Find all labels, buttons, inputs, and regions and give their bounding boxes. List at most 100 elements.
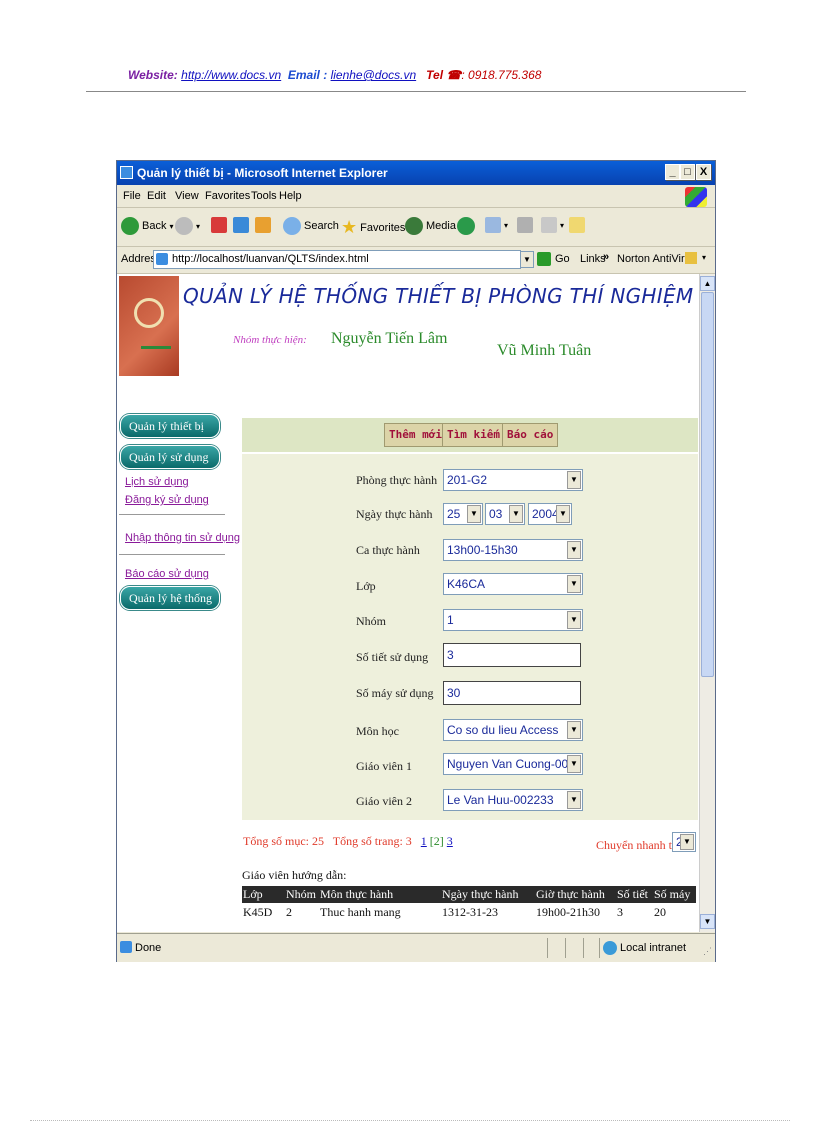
menu-help[interactable]: Help bbox=[279, 190, 302, 202]
total-pages: Tổng số trang: 3 bbox=[332, 834, 412, 848]
dropdown-arrow-icon: ▼ bbox=[509, 505, 523, 523]
menu-tools[interactable]: Tools bbox=[251, 190, 277, 202]
page-link-3[interactable]: 3 bbox=[447, 834, 453, 848]
sidebar-usage-button[interactable]: Quản lý sử dụng bbox=[120, 445, 220, 469]
room-select[interactable]: 201-G2 ▼ bbox=[443, 469, 583, 491]
website-label: Website: bbox=[128, 68, 178, 82]
month-select[interactable]: 03 ▼ bbox=[485, 503, 525, 525]
stop-button[interactable] bbox=[211, 217, 227, 233]
address-input[interactable]: http://localhost/luanvan/QLTS/index.html bbox=[153, 250, 521, 269]
stop-icon bbox=[211, 217, 227, 233]
menu-favorites[interactable]: Favorites bbox=[205, 190, 250, 202]
favorites-button[interactable]: ★ Favorites bbox=[341, 217, 405, 238]
status-zone: Local intranet bbox=[620, 942, 687, 954]
back-button[interactable]: Back ▾ bbox=[121, 217, 173, 235]
ie-page-icon bbox=[120, 941, 132, 953]
room-value: 201-G2 bbox=[447, 473, 488, 487]
back-label: Back bbox=[142, 220, 167, 232]
sidebar-divider bbox=[119, 514, 225, 515]
media-button[interactable]: Media bbox=[405, 217, 456, 235]
page-link-1[interactable]: 1 bbox=[421, 834, 427, 848]
periods-input[interactable]: 3 bbox=[443, 643, 581, 667]
machines-input[interactable]: 30 bbox=[443, 681, 581, 705]
menu-view[interactable]: View bbox=[175, 190, 199, 202]
print-button[interactable] bbox=[517, 217, 533, 233]
messenger-button[interactable] bbox=[569, 217, 585, 233]
media-icon bbox=[405, 217, 423, 235]
links-button[interactable]: Links bbox=[580, 253, 606, 265]
tel-label: Tel bbox=[426, 68, 444, 82]
scroll-thumb[interactable] bbox=[701, 292, 714, 677]
status-done: Done bbox=[135, 942, 162, 954]
sidebar-link-input[interactable]: Nhập thông tin sử dụng bbox=[125, 532, 240, 544]
vertical-scrollbar[interactable]: ▲ ▼ bbox=[699, 274, 715, 932]
group-label: Nhóm thực hiện: bbox=[233, 334, 307, 346]
tab-new[interactable]: Thêm mới bbox=[384, 423, 447, 447]
sidebar-link-history[interactable]: Lịch sử dụng bbox=[125, 476, 189, 488]
teacher1-value: Nguyen Van Cuong-002222 bbox=[447, 757, 583, 771]
tab-search[interactable]: Tìm kiếm bbox=[442, 423, 505, 447]
table-row[interactable]: K45D 2 Thuc hanh mang 1312-31-23 19h00-2… bbox=[242, 904, 696, 921]
group-value: 1 bbox=[447, 613, 454, 627]
forward-arrow-icon bbox=[175, 217, 193, 235]
chevron-icon[interactable]: » bbox=[603, 251, 609, 263]
status-separator bbox=[547, 938, 548, 958]
mail-button[interactable]: ▾ bbox=[485, 217, 508, 233]
guide-title: Giáo viên hướng dẫn: bbox=[242, 868, 347, 882]
resize-grip-icon[interactable]: ⋰ bbox=[703, 946, 712, 957]
go-arrow-icon[interactable] bbox=[537, 252, 551, 266]
day-select[interactable]: 25 ▼ bbox=[443, 503, 483, 525]
refresh-icon bbox=[233, 217, 249, 233]
group-select[interactable]: 1 ▼ bbox=[443, 609, 583, 631]
teacher2-select[interactable]: Le Van Huu-002233 ▼ bbox=[443, 789, 583, 811]
favorites-label: Favorites bbox=[360, 221, 406, 234]
room-label: Phòng thực hành bbox=[356, 473, 438, 487]
sidebar-devices-button[interactable]: Quản lý thiết bị bbox=[120, 414, 220, 438]
minimize-button[interactable]: _ bbox=[665, 164, 680, 180]
shift-select[interactable]: 13h00-15h30 ▼ bbox=[443, 539, 583, 561]
logo-bar bbox=[141, 346, 171, 349]
website-link[interactable]: http://www.docs.vn bbox=[181, 68, 281, 82]
subject-select[interactable]: Co so du lieu Access ▼ bbox=[443, 719, 583, 741]
sidebar-link-report[interactable]: Báo cáo sử dụng bbox=[125, 568, 209, 580]
history-button[interactable] bbox=[457, 217, 475, 235]
class-select[interactable]: K46CA ▼ bbox=[443, 573, 583, 595]
dropdown-arrow-icon: ▼ bbox=[567, 755, 581, 773]
address-dropdown-icon[interactable]: ▼ bbox=[520, 251, 534, 268]
logo-emblem-icon bbox=[134, 298, 164, 328]
tab-report[interactable]: Báo cáo bbox=[502, 423, 559, 447]
jump-select[interactable]: 2▼ bbox=[672, 832, 696, 852]
member-name-2: Vũ Minh Tuân bbox=[497, 342, 592, 359]
search-button[interactable]: Search bbox=[283, 217, 339, 235]
menu-edit[interactable]: Edit bbox=[147, 190, 166, 202]
class-label: Lớp bbox=[356, 579, 376, 593]
forward-button[interactable]: ▾ bbox=[175, 217, 200, 235]
sidebar-system-button[interactable]: Quản lý hệ thống bbox=[120, 586, 220, 610]
dropdown-arrow-icon: ▼ bbox=[567, 575, 581, 593]
email-label: Email : bbox=[287, 68, 328, 82]
home-button[interactable] bbox=[255, 217, 271, 233]
go-button[interactable]: Go bbox=[555, 253, 570, 265]
search-label: Search bbox=[304, 220, 339, 232]
year-value: 2004 bbox=[532, 507, 559, 521]
dropdown-arrow-icon: ▼ bbox=[467, 505, 481, 523]
pager: Tổng số mục: 25 Tổng số trang: 3 1 [2] 3 bbox=[243, 834, 453, 849]
dropdown-arrow-icon: ▼ bbox=[567, 721, 581, 739]
close-button[interactable]: X bbox=[696, 164, 711, 180]
sidebar-link-register[interactable]: Đăng ký sử dụng bbox=[125, 494, 209, 506]
edit-button[interactable]: ▾ bbox=[541, 217, 564, 233]
scroll-up-icon[interactable]: ▲ bbox=[700, 276, 715, 291]
maximize-button[interactable]: □ bbox=[680, 164, 695, 180]
teacher1-select[interactable]: Nguyen Van Cuong-002222 ▼ bbox=[443, 753, 583, 775]
search-icon bbox=[283, 217, 301, 235]
menu-file[interactable]: File bbox=[123, 190, 141, 202]
year-select[interactable]: 2004 ▼ bbox=[528, 503, 572, 525]
periods-label: Số tiết sử dụng bbox=[356, 650, 429, 664]
header-divider bbox=[86, 91, 746, 92]
norton-dropdown-icon[interactable]: ▾ bbox=[702, 253, 706, 262]
scroll-down-icon[interactable]: ▼ bbox=[700, 914, 715, 929]
shift-value: 13h00-15h30 bbox=[447, 543, 518, 557]
refresh-button[interactable] bbox=[233, 217, 249, 233]
page-current: [2] bbox=[429, 834, 444, 848]
email-link[interactable]: lienhe@docs.vn bbox=[331, 68, 417, 82]
